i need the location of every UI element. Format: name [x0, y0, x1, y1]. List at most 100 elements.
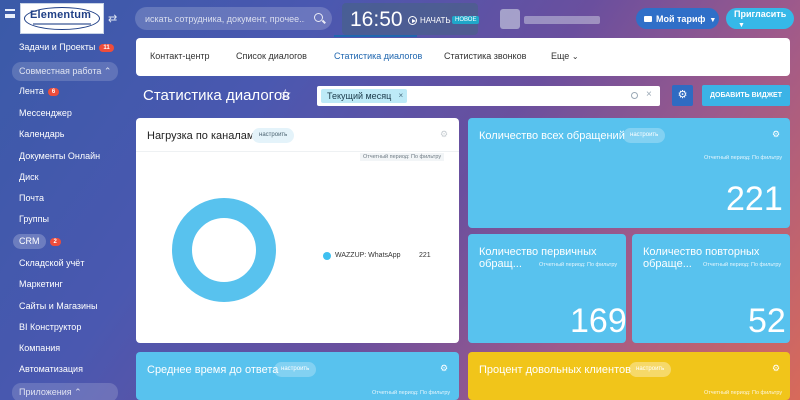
- donut-chart: [172, 198, 276, 302]
- sidebar-item-label: BI Конструктор: [19, 322, 82, 332]
- chevron-down-icon: ▼: [709, 16, 717, 24]
- widget-value: 169: [570, 302, 627, 340]
- sidebar-item-label: Сайты и Магазины: [19, 301, 98, 311]
- widget-first-requests: Количество первичных обращ... Отчетный п…: [468, 234, 627, 343]
- sidebar-group-collaboration[interactable]: Совместная работа ⌃: [12, 62, 118, 81]
- sidebar-item-tasks[interactable]: Задачи и Проекты 11: [19, 42, 114, 52]
- widget-value: 52: [748, 302, 786, 340]
- filter-tag-label: Текущий месяц: [327, 91, 392, 101]
- widget-title: Количество всех обращений: [479, 130, 625, 142]
- group-label-text: Совместная работа: [19, 66, 102, 76]
- sidebar-item-disk[interactable]: Диск: [19, 172, 39, 182]
- search-icon[interactable]: [631, 92, 638, 99]
- period-label: Отчетный период: По фильтру: [704, 155, 783, 161]
- tab-call-stats[interactable]: Статистика звонков: [444, 51, 526, 61]
- sidebar-item-mail[interactable]: Почта: [19, 193, 44, 203]
- avatar[interactable]: [500, 9, 520, 29]
- configure-button[interactable]: настроить: [274, 362, 317, 377]
- sidebar-item-marketing[interactable]: Маркетинг: [19, 279, 63, 289]
- menu-icon[interactable]: [5, 9, 15, 18]
- counter-badge: 2: [49, 237, 61, 246]
- clock-start-label[interactable]: НАЧАТЬ: [420, 16, 451, 25]
- sidebar-item-label: Автоматизация: [19, 364, 83, 374]
- tab-more[interactable]: Еще ⌄: [551, 51, 579, 61]
- gear-icon: ⚙: [677, 89, 688, 101]
- close-icon[interactable]: ×: [399, 89, 404, 103]
- filter-tag[interactable]: Текущий месяц ×: [321, 89, 408, 103]
- configure-button[interactable]: настроить: [629, 362, 672, 377]
- swap-icon[interactable]: ⇄: [108, 12, 117, 25]
- chevron-down-icon: ⌄: [571, 52, 579, 61]
- sidebar-item-label: Группы: [19, 214, 49, 224]
- configure-button[interactable]: настроить: [623, 128, 666, 143]
- sidebar-group-label: Приложения ⌃: [19, 387, 82, 398]
- period-label: Отчетный период: По фильтру: [704, 390, 783, 396]
- sidebar-item-label: Диск: [19, 172, 39, 182]
- sidebar-item-bi[interactable]: BI Конструктор: [19, 322, 81, 332]
- sidebar-item-label: Маркетинг: [19, 279, 63, 289]
- my-tariff-button[interactable]: Мой тариф ▼: [636, 8, 719, 29]
- divider: [136, 151, 459, 152]
- settings-button[interactable]: ⚙: [672, 85, 693, 106]
- chevron-down-icon: ▼: [738, 21, 745, 29]
- tab-dialog-list[interactable]: Список диалогов: [236, 51, 307, 61]
- clock-time: 16:50: [350, 8, 403, 31]
- logo-text: Elementum: [30, 9, 92, 21]
- search-icon[interactable]: [314, 13, 323, 22]
- widget-total-requests: Количество всех обращений настроить ⚙ От…: [468, 118, 790, 228]
- sidebar-item-calendar[interactable]: Календарь: [19, 129, 64, 139]
- sidebar-item-label: CRM: [13, 234, 46, 249]
- star-icon[interactable]: ☆: [279, 86, 292, 103]
- tab-dialog-stats[interactable]: Статистика диалогов: [334, 51, 422, 61]
- tab-more-label: Еще: [551, 51, 570, 61]
- active-tab-indicator: [334, 35, 417, 37]
- sidebar-item-label: Задачи и Проекты: [19, 42, 96, 52]
- clear-icon[interactable]: ×: [646, 89, 652, 100]
- chevron-up-icon: ⌃: [74, 387, 82, 397]
- widget-title: Процент довольных клиентов: [479, 364, 631, 376]
- widget-value: 221: [726, 180, 783, 218]
- widget-title: Среднее время до ответа: [147, 364, 279, 376]
- sidebar-item-crm[interactable]: CRM 2: [13, 234, 61, 249]
- sidebar-item-warehouse[interactable]: Складской учёт: [19, 258, 84, 268]
- new-badge: НОВОЕ: [452, 16, 480, 24]
- sidebar-item-sites[interactable]: Сайты и Магазины: [19, 301, 97, 311]
- sidebar-group-apps[interactable]: Приложения ⌃: [12, 383, 118, 400]
- logo-underline: [33, 23, 91, 25]
- sidebar-item-automation[interactable]: Автоматизация: [19, 364, 83, 374]
- period-label: Отчетный период: По фильтру: [539, 262, 618, 268]
- gear-icon[interactable]: ⚙: [772, 129, 780, 140]
- counter-badge: 6: [47, 87, 60, 96]
- gear-icon[interactable]: ⚙: [772, 363, 780, 374]
- period-label: Отчетный период: По фильтру: [703, 262, 782, 268]
- page-title: Статистика диалогов: [143, 87, 291, 104]
- user-name-blurred[interactable]: [524, 16, 600, 24]
- sidebar-item-label: Календарь: [19, 129, 65, 139]
- work-day-clock[interactable]: 16:50 НАЧАТЬ НОВОЕ: [342, 3, 480, 35]
- add-widget-button[interactable]: ДОБАВИТЬ ВИДЖЕТ: [702, 85, 790, 106]
- tab-contact-center[interactable]: Контакт-центр: [150, 51, 210, 61]
- sidebar-item-feed[interactable]: Лента 6: [19, 86, 60, 96]
- sidebar-item-messenger[interactable]: Мессенджер: [19, 108, 72, 118]
- filter-box[interactable]: Текущий месяц × ×: [317, 86, 660, 106]
- chevron-up-icon: ⌃: [103, 66, 112, 76]
- company-logo[interactable]: Elementum: [20, 3, 104, 34]
- period-label: Отчетный период: По фильтру: [372, 390, 451, 396]
- widget-avg-response: Среднее время до ответа настроить ⚙ Отче…: [136, 352, 459, 400]
- configure-button[interactable]: настроить: [252, 128, 295, 143]
- invite-label: Пригласить: [734, 8, 787, 19]
- search-box: [135, 7, 332, 30]
- sidebar-item-groups[interactable]: Группы: [19, 214, 49, 224]
- user-profile[interactable]: [500, 9, 605, 29]
- sidebar-item-docs[interactable]: Документы Онлайн: [19, 151, 100, 161]
- top-bar: Elementum ⇄ 16:50 НАЧАТЬ НОВОЕ Мой тариф…: [0, 0, 800, 38]
- play-icon: [408, 16, 417, 25]
- gear-icon[interactable]: ⚙: [440, 363, 448, 374]
- sidebar-item-company[interactable]: Компания: [19, 343, 60, 353]
- sidebar-item-label: Документы Онлайн: [19, 151, 101, 161]
- widget-channel-load: Нагрузка по каналам настроить ⚙ Отчетный…: [136, 118, 459, 343]
- gear-icon[interactable]: ⚙: [440, 129, 448, 140]
- invite-button[interactable]: Пригласить ▼: [726, 8, 794, 29]
- donut-slice[interactable]: [172, 198, 276, 302]
- search-input[interactable]: [145, 7, 305, 30]
